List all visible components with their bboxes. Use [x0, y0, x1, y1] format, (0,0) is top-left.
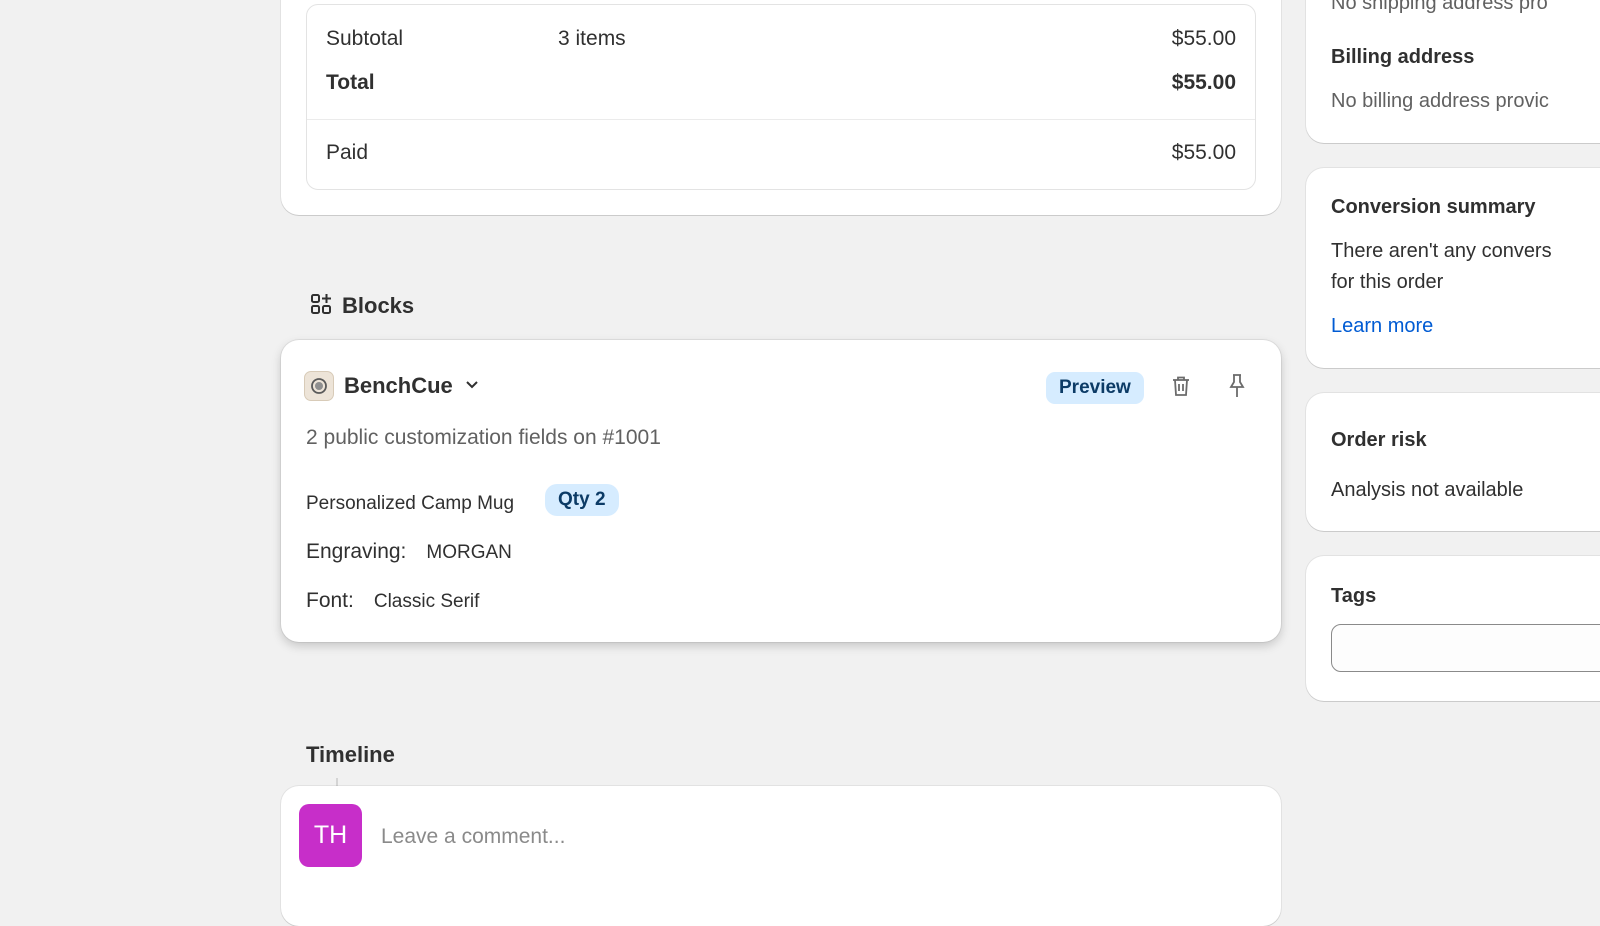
conversion-summary-title: Conversion summary — [1331, 196, 1536, 218]
total-label: Total — [326, 71, 375, 94]
field-label: Engraving: — [306, 540, 407, 563]
tags-input[interactable] — [1331, 624, 1600, 672]
engraving-field: Engraving: MORGAN — [306, 540, 512, 564]
pin-icon — [1226, 373, 1248, 404]
block-description: 2 public customization fields on #1001 — [306, 426, 661, 449]
chevron-down-icon — [463, 375, 481, 398]
blocks-section-heading: Blocks — [310, 291, 414, 321]
avatar: TH — [299, 804, 362, 867]
learn-more-link[interactable]: Learn more — [1331, 315, 1433, 338]
payment-divider — [307, 119, 1255, 120]
field-value: MORGAN — [426, 542, 512, 563]
app-logo-icon — [304, 371, 334, 401]
trash-icon — [1170, 374, 1192, 403]
order-risk-title: Order risk — [1331, 429, 1427, 451]
delete-block-button[interactable] — [1165, 372, 1197, 404]
tags-card: Tags — [1306, 556, 1600, 701]
shipping-address-text: No shipping address pro — [1331, 0, 1548, 14]
comment-card: TH — [281, 786, 1281, 926]
total-amount: $55.00 — [1171, 71, 1236, 94]
billing-address-text: No billing address provic — [1331, 90, 1549, 112]
tags-title: Tags — [1331, 585, 1377, 607]
conversion-summary-card: Conversion summary There aren't any conv… — [1306, 168, 1600, 368]
product-name: Personalized Camp Mug — [306, 493, 515, 514]
blocks-title: Blocks — [342, 293, 415, 318]
conversion-summary-text-2: for this order — [1331, 271, 1444, 293]
comment-input[interactable] — [379, 816, 1243, 858]
benchcue-block-card: BenchCue Preview 2 public customization … — [281, 340, 1281, 642]
subtotal-label: Subtotal — [326, 27, 404, 50]
addresses-card: No shipping address pro Billing address … — [1306, 0, 1600, 143]
quantity-badge: Qty 2 — [545, 484, 619, 516]
payment-summary-card: Subtotal 3 items $55.00 Total $55.00 Pai… — [281, 0, 1281, 215]
blocks-icon — [310, 292, 332, 321]
app-name: BenchCue — [344, 373, 453, 398]
subtotal-amount: $55.00 — [1171, 27, 1236, 50]
font-field: Font: Classic Serif — [306, 589, 479, 613]
preview-badge: Preview — [1046, 372, 1144, 404]
conversion-summary-text: There aren't any convers — [1331, 240, 1552, 262]
paid-label: Paid — [326, 141, 369, 164]
payment-summary-box: Subtotal 3 items $55.00 Total $55.00 Pai… — [306, 4, 1256, 190]
field-value: Classic Serif — [373, 591, 480, 612]
timeline-title: Timeline — [306, 742, 395, 767]
pin-block-button[interactable] — [1221, 372, 1253, 404]
order-risk-text: Analysis not available — [1331, 479, 1524, 501]
billing-address-title: Billing address — [1331, 46, 1475, 68]
subtotal-items: 3 items — [558, 27, 626, 50]
field-label: Font: — [306, 589, 354, 612]
order-risk-card: Order risk Analysis not available — [1306, 393, 1600, 531]
paid-amount: $55.00 — [1171, 141, 1236, 164]
app-selector[interactable]: BenchCue — [304, 371, 481, 401]
